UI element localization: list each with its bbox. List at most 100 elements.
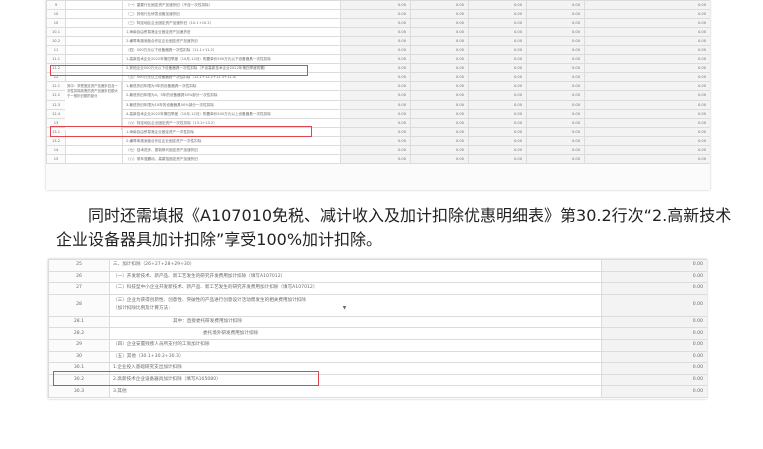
value-cell[interactable]: 0.00	[410, 9, 469, 20]
value-cell[interactable]: 0.00	[584, 72, 710, 83]
value-cell[interactable]: 0.00	[584, 117, 710, 128]
value-cell[interactable]: 0.00	[468, 90, 527, 101]
value-cell[interactable]: 0.00	[340, 45, 411, 56]
value-cell[interactable]: 0.00	[340, 135, 411, 146]
value-cell[interactable]: 0.00	[526, 81, 585, 92]
value-cell[interactable]: 0.00	[526, 54, 585, 65]
value-cell[interactable]: 0.00	[526, 36, 585, 47]
value-cell[interactable]: 0.00	[526, 153, 585, 164]
value-cell[interactable]: 0.00	[526, 27, 585, 38]
value-cell[interactable]: 0.00	[468, 18, 527, 29]
value-cell[interactable]: 0.00	[410, 36, 469, 47]
value-cell[interactable]: 0.00	[526, 18, 585, 29]
value-cell[interactable]: 0.00	[584, 90, 710, 101]
value-cell[interactable]: 0.00	[601, 350, 707, 364]
value-cell[interactable]: 0.00	[601, 327, 707, 340]
value-cell[interactable]: 0.00	[584, 9, 710, 20]
value-cell[interactable]: 0.00	[601, 270, 707, 284]
value-cell[interactable]: 0.00	[526, 144, 585, 155]
chevron-down-icon[interactable]: ▼	[343, 306, 347, 311]
value-cell[interactable]: 0.00	[468, 45, 527, 56]
value-cell[interactable]: 0.00	[410, 54, 469, 65]
value-cell[interactable]: 0.00	[468, 117, 527, 128]
value-cell[interactable]: 0.00	[340, 63, 411, 74]
value-cell[interactable]: 0.00	[601, 338, 707, 352]
value-cell[interactable]: 0.00	[584, 135, 710, 146]
value-cell[interactable]: 0.00	[340, 126, 411, 137]
value-cell[interactable]: 0.00	[410, 27, 469, 38]
value-cell[interactable]: 0.00	[468, 9, 527, 20]
value-cell[interactable]: 0.00	[340, 108, 411, 119]
value-cell[interactable]: 0.00	[526, 9, 585, 20]
value-cell[interactable]: 0.00	[340, 153, 411, 164]
value-cell[interactable]: 0.00	[410, 117, 469, 128]
value-cell[interactable]: 0.00	[340, 9, 411, 20]
value-cell[interactable]: 0.00	[526, 0, 585, 11]
value-cell[interactable]: 0.00	[410, 90, 469, 101]
value-cell[interactable]: 0.00	[601, 259, 707, 272]
value-cell[interactable]: 0.00	[584, 54, 710, 65]
value-cell[interactable]: 0.00	[526, 126, 585, 137]
value-cell[interactable]: 0.00	[340, 117, 411, 128]
value-cell[interactable]: 0.00	[601, 373, 707, 387]
value-cell[interactable]: 0.00	[526, 90, 585, 101]
value-cell[interactable]: 0.00	[340, 72, 411, 83]
value-cell[interactable]: 0.00	[601, 362, 707, 375]
value-cell[interactable]: 0.00	[526, 108, 585, 119]
value-cell[interactable]: 0.00	[340, 0, 411, 11]
value-cell[interactable]: 0.00	[468, 99, 527, 110]
value-cell[interactable]: 0.00	[584, 45, 710, 56]
value-cell[interactable]: 0.00	[410, 99, 469, 110]
value-cell[interactable]: 0.00	[340, 90, 411, 101]
value-cell[interactable]: 0.00	[468, 81, 527, 92]
ratio-dropdown-label[interactable]: （加计扣除比例及计算方法：	[113, 306, 173, 311]
value-cell[interactable]: 0.00	[526, 117, 585, 128]
value-cell[interactable]: 0.00	[410, 153, 469, 164]
value-cell[interactable]: 0.00	[468, 144, 527, 155]
value-cell[interactable]: 0.00	[410, 126, 469, 137]
value-cell[interactable]: 0.00	[340, 27, 411, 38]
value-cell[interactable]: 0.00	[601, 385, 707, 398]
value-cell[interactable]: 0.00	[340, 99, 411, 110]
value-cell[interactable]: 0.00	[410, 135, 469, 146]
value-cell[interactable]: 0.00	[584, 27, 710, 38]
value-cell[interactable]: 0.00	[410, 108, 469, 119]
value-cell[interactable]: 0.00	[584, 99, 710, 110]
value-cell[interactable]: 0.00	[584, 0, 710, 11]
value-cell[interactable]: 0.00	[340, 36, 411, 47]
value-cell[interactable]: 0.00	[584, 144, 710, 155]
value-cell[interactable]: 0.00	[468, 63, 527, 74]
value-cell[interactable]: 0.00	[468, 0, 527, 11]
value-cell[interactable]: 0.00	[584, 36, 710, 47]
value-cell[interactable]: 0.00	[584, 63, 710, 74]
value-cell[interactable]: 0.00	[526, 72, 585, 83]
value-cell[interactable]: 0.00	[526, 45, 585, 56]
value-cell[interactable]: 0.00	[584, 108, 710, 119]
value-cell[interactable]: 0.00	[410, 18, 469, 29]
value-cell[interactable]: 0.00	[468, 54, 527, 65]
value-cell[interactable]: 0.00	[340, 54, 411, 65]
value-cell[interactable]: 0.00	[526, 63, 585, 74]
value-cell[interactable]: 0.00	[410, 0, 469, 11]
value-cell[interactable]: 0.00	[468, 27, 527, 38]
value-cell[interactable]: 0.00	[468, 36, 527, 47]
value-cell[interactable]: 0.00	[584, 81, 710, 92]
value-cell[interactable]: 0.00	[410, 144, 469, 155]
value-cell[interactable]: 0.00	[584, 153, 710, 164]
value-cell[interactable]: 0.00	[584, 18, 710, 29]
value-cell[interactable]: 0.00	[468, 135, 527, 146]
value-cell[interactable]: 0.00	[468, 72, 527, 83]
value-cell[interactable]: 0.00	[410, 63, 469, 74]
value-cell[interactable]: 0.00	[410, 45, 469, 56]
value-cell[interactable]: 0.00	[468, 126, 527, 137]
value-cell[interactable]: 0.00	[340, 81, 411, 92]
value-cell[interactable]: 0.00	[468, 108, 527, 119]
value-cell[interactable]: 0.00	[340, 18, 411, 29]
value-cell[interactable]: 0.00	[526, 135, 585, 146]
value-cell[interactable]: 0.00	[410, 72, 469, 83]
value-cell[interactable]: 0.00	[340, 144, 411, 155]
value-cell[interactable]: 0.00	[601, 282, 707, 295]
value-cell[interactable]: 0.00	[468, 153, 527, 164]
value-cell[interactable]: 0.00	[584, 126, 710, 137]
value-cell[interactable]: 0.00	[526, 99, 585, 110]
